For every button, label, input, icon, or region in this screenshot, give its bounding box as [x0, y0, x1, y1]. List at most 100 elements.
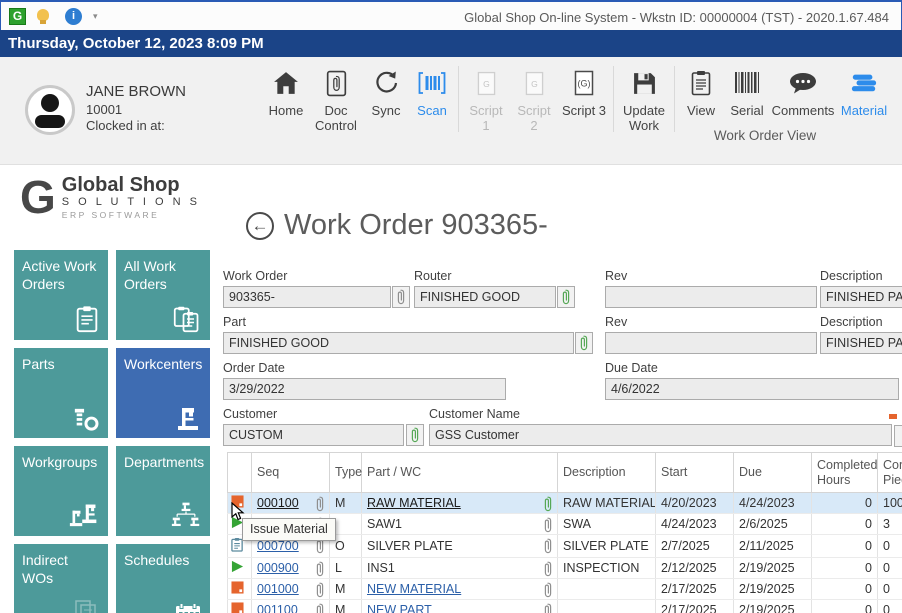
scan-button[interactable]: Scan: [409, 62, 455, 122]
start-cell: 2/17/2025: [656, 600, 734, 613]
col-description[interactable]: Description: [558, 453, 656, 493]
rev-label: Rev: [605, 269, 627, 285]
attachment-icon[interactable]: [543, 582, 553, 598]
seq-link[interactable]: 001100: [257, 603, 298, 613]
customer-name-field[interactable]: GSS Customer: [429, 424, 892, 446]
sync-button[interactable]: Sync: [363, 62, 409, 122]
col-completed-pieces[interactable]: Completed Pieces: [878, 453, 902, 493]
table-row[interactable]: 000100 M RAW MATERIAL RAW MATERIAL 4/20/…: [228, 493, 902, 514]
work-order-field[interactable]: 903365-: [223, 286, 391, 308]
seq-link[interactable]: 000100: [257, 496, 299, 510]
info-icon[interactable]: i: [65, 8, 82, 25]
hours-cell: 0: [812, 493, 878, 514]
tile-workcenters[interactable]: Workcenters: [116, 348, 210, 438]
table-row[interactable]: 001000 M NEW MATERIAL 2/17/2025 2/19/202…: [228, 579, 902, 600]
view-button[interactable]: View: [678, 62, 724, 122]
lightbulb-icon[interactable]: [37, 9, 49, 21]
col-icon[interactable]: [228, 453, 252, 493]
rev-field[interactable]: [605, 286, 817, 308]
tile-parts[interactable]: Parts: [14, 348, 108, 438]
app-g-icon[interactable]: G: [9, 8, 26, 25]
attachment-icon[interactable]: [315, 496, 325, 512]
part-field[interactable]: FINISHED GOOD: [223, 332, 574, 354]
table-row[interactable]: 001100 M NEW PART 2/17/2025 2/19/2025 0 …: [228, 600, 902, 613]
work-order-attach-button[interactable]: [392, 286, 410, 308]
back-button[interactable]: ←: [246, 212, 274, 240]
seq-link[interactable]: 000900: [257, 561, 299, 575]
customer-field[interactable]: CUSTOM: [223, 424, 404, 446]
start-cell: 4/24/2023: [656, 514, 734, 535]
attachment-icon[interactable]: [315, 561, 325, 577]
script1-button[interactable]: G Script 1: [462, 62, 510, 137]
router-field[interactable]: FINISHED GOOD: [414, 286, 556, 308]
attachment-icon[interactable]: [543, 603, 553, 613]
svg-text:(G): (G): [578, 79, 591, 89]
order-date-field[interactable]: 3/29/2022: [223, 378, 506, 400]
comments-button[interactable]: Comments: [770, 62, 836, 122]
documents-icon: [73, 597, 99, 613]
tile-indirect-wos[interactable]: Indirect WOs: [14, 544, 108, 613]
tile-departments[interactable]: Departments: [116, 446, 210, 536]
seq-link[interactable]: 001000: [257, 582, 299, 596]
tile-workgroups[interactable]: Workgroups: [14, 446, 108, 536]
svg-text:G: G: [483, 78, 490, 88]
seq-link[interactable]: 000700: [257, 539, 299, 553]
hours-cell: 0: [812, 579, 878, 600]
start-labor-icon[interactable]: [231, 560, 244, 573]
col-part-wc[interactable]: Part / WC: [362, 453, 558, 493]
part-attach-button[interactable]: [575, 332, 593, 354]
attachment-icon[interactable]: [543, 496, 553, 512]
due-date-field[interactable]: 4/6/2022: [605, 378, 899, 400]
tile-active-work-orders[interactable]: Active Work Orders: [14, 250, 108, 340]
clipboards-icon: [173, 305, 201, 333]
attachment-icon[interactable]: [543, 538, 553, 554]
toolbar-separator: [613, 66, 614, 132]
script3-button[interactable]: (G) Script 3: [558, 62, 610, 122]
pieces-cell: 3: [878, 514, 902, 535]
home-button[interactable]: Home: [263, 62, 309, 122]
issue-material-icon[interactable]: [231, 581, 244, 594]
col-type[interactable]: Type: [330, 453, 362, 493]
material-button[interactable]: Material: [836, 62, 892, 122]
doc-control-button[interactable]: Doc Control: [309, 62, 363, 137]
desc-cell: SWA: [558, 514, 656, 535]
router-attach-button[interactable]: [557, 286, 575, 308]
pieces-cell: 0: [878, 535, 902, 558]
truncated-field[interactable]: [894, 425, 902, 447]
start-cell: 2/17/2025: [656, 579, 734, 600]
attachment-icon[interactable]: [543, 517, 553, 533]
part-link[interactable]: RAW MATERIAL: [367, 496, 461, 510]
attachment-icon[interactable]: [315, 582, 325, 598]
customer-attach-button[interactable]: [406, 424, 424, 446]
serial-button[interactable]: Serial: [724, 62, 770, 122]
window-titlebar: G i ▾ Global Shop On-line System - Wkstn…: [0, 0, 902, 30]
pin-icon[interactable]: ▾: [93, 11, 98, 22]
part-link[interactable]: NEW PART: [367, 603, 432, 613]
attachment-icon[interactable]: [315, 603, 325, 613]
col-start[interactable]: Start: [656, 453, 734, 493]
attachment-icon[interactable]: [543, 561, 553, 577]
table-row[interactable]: 000900 L INS1 INSPECTION 2/12/2025 2/19/…: [228, 558, 902, 579]
calendar-icon: [175, 603, 201, 613]
avatar[interactable]: [25, 85, 75, 135]
tile-schedules[interactable]: Schedules: [116, 544, 210, 613]
type-cell: L: [330, 558, 362, 579]
col-seq[interactable]: Seq: [252, 453, 330, 493]
description-field[interactable]: FINISHED PART: [820, 286, 902, 308]
issue-material-icon[interactable]: [231, 602, 244, 613]
description-field[interactable]: FINISHED PART D: [820, 332, 902, 354]
ribbon-group-label: Work Order View: [690, 128, 840, 143]
col-completed-hours[interactable]: Completed Hours: [812, 453, 878, 493]
orange-marker: [889, 414, 897, 419]
update-work-button[interactable]: Update Work: [617, 62, 671, 137]
logo-g-icon: G: [20, 175, 56, 220]
rev-field[interactable]: [605, 332, 817, 354]
barcode-icon: [734, 66, 760, 100]
script-doc-icon: G: [525, 66, 544, 100]
col-due[interactable]: Due: [734, 453, 812, 493]
part-link[interactable]: NEW MATERIAL: [367, 582, 461, 596]
tile-all-work-orders[interactable]: All Work Orders: [116, 250, 210, 340]
bolt-nut-icon: [71, 407, 99, 431]
toolbar-separator: [458, 66, 459, 132]
script2-button[interactable]: G Script 2: [510, 62, 558, 137]
